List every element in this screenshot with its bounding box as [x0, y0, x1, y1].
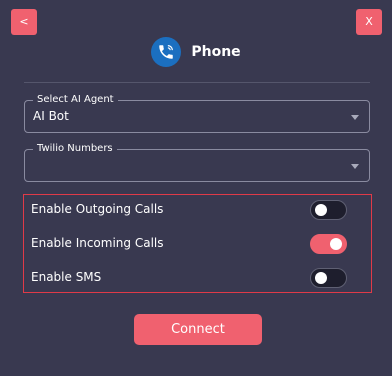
close-button[interactable]: X — [356, 9, 382, 35]
twilio-numbers-select[interactable]: Twilio Numbers — [24, 143, 370, 182]
outgoing-calls-toggle[interactable] — [310, 200, 347, 220]
panel-header: Phone — [0, 35, 392, 69]
incoming-calls-label: Enable Incoming Calls — [31, 236, 164, 250]
incoming-calls-toggle[interactable] — [310, 234, 347, 254]
chevron-down-icon — [351, 115, 359, 120]
ai-agent-value: AI Bot — [33, 109, 69, 123]
page-title: Phone — [191, 44, 241, 60]
sms-row: Enable SMS — [24, 267, 371, 291]
incoming-calls-row: Enable Incoming Calls — [24, 233, 371, 257]
toggle-knob — [315, 272, 327, 284]
phone-settings-panel: < X Phone Select AI Agent AI Bot Twilio … — [0, 0, 392, 376]
chevron-down-icon — [351, 164, 359, 169]
toggle-knob — [330, 238, 342, 250]
connect-button[interactable]: Connect — [134, 314, 262, 345]
twilio-numbers-label: Twilio Numbers — [33, 143, 117, 155]
ai-agent-label: Select AI Agent — [33, 94, 118, 106]
outgoing-calls-row: Enable Outgoing Calls — [24, 199, 371, 223]
back-button[interactable]: < — [11, 9, 37, 35]
sms-toggle[interactable] — [310, 268, 347, 288]
toggle-knob — [315, 204, 327, 216]
outgoing-calls-label: Enable Outgoing Calls — [31, 202, 164, 216]
header-divider — [24, 82, 370, 83]
ai-agent-select[interactable]: Select AI Agent AI Bot — [24, 94, 370, 133]
phone-icon — [151, 37, 182, 67]
sms-label: Enable SMS — [31, 270, 102, 284]
call-settings-group: Enable Outgoing Calls Enable Incoming Ca… — [23, 194, 372, 293]
